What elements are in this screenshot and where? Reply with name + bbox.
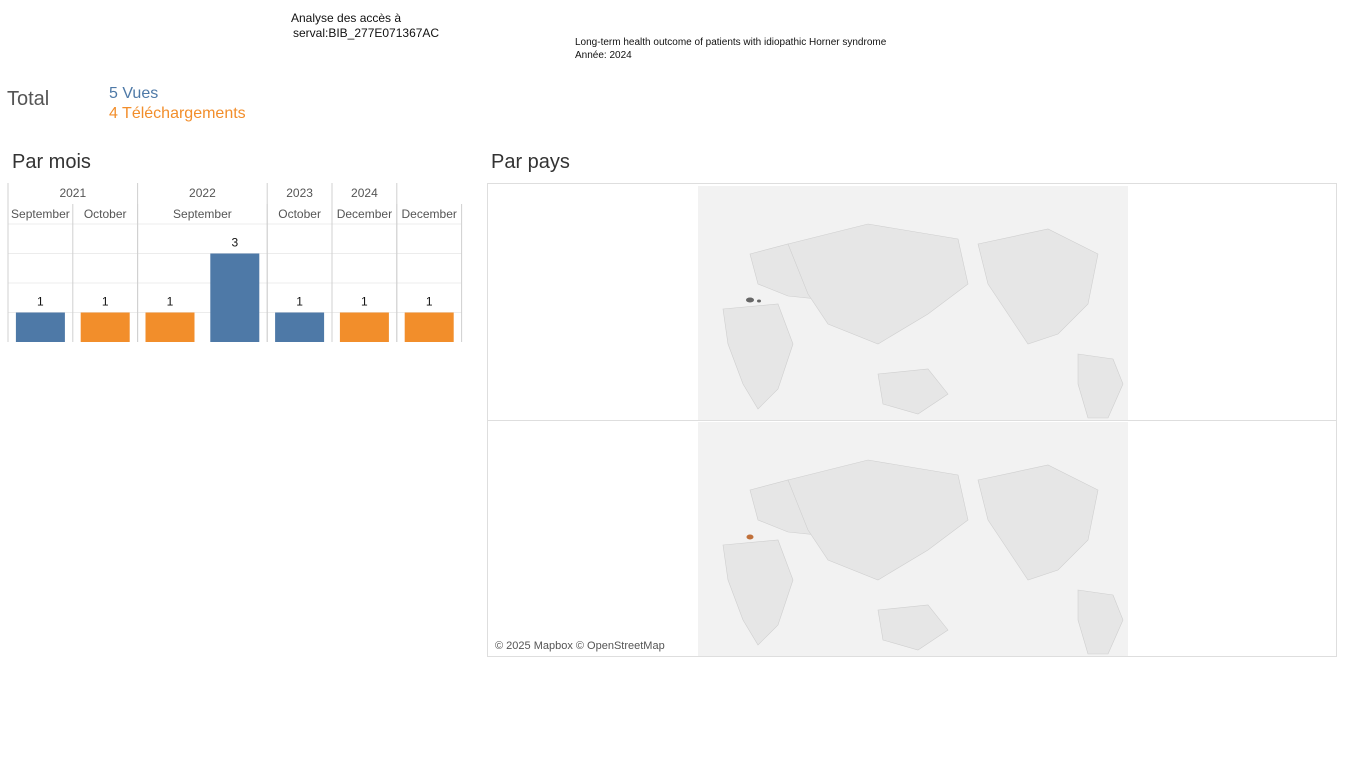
total-label: Total	[7, 88, 50, 110]
year-label: 2023	[286, 186, 313, 200]
total-views: 5 Vues	[109, 85, 159, 102]
bar-value-label: 1	[426, 295, 433, 309]
year-label: 2021	[59, 186, 86, 200]
month-label: October	[278, 207, 321, 221]
month-label: September	[173, 207, 232, 221]
bar-value-label: 1	[37, 295, 44, 309]
map-views[interactable]	[698, 186, 1128, 420]
bar-value-label: 3	[231, 236, 238, 250]
month-label: October	[84, 207, 127, 221]
bar-value-label: 1	[102, 295, 109, 309]
bar-value-label: 1	[361, 295, 368, 309]
by-month-title: Par mois	[12, 151, 91, 173]
document-year: Année: 2024	[575, 50, 632, 61]
map-views-country-marker[interactable]	[757, 299, 761, 303]
by-country-title: Par pays	[491, 151, 570, 173]
bar-views[interactable]	[275, 312, 325, 343]
country-map-panel[interactable]: © 2025 Mapbox © OpenStreetMap	[487, 183, 1337, 657]
year-label: 2022	[189, 186, 216, 200]
map-downloads-country-marker[interactable]	[746, 534, 754, 540]
map-views-country-marker[interactable]	[746, 297, 754, 303]
map-downloads[interactable]	[698, 422, 1128, 656]
monthly-bar-chart: 2021 2022 2023 2024 September October Septembe…	[7, 183, 463, 343]
bar-downloads[interactable]	[339, 312, 389, 343]
bar-views[interactable]	[15, 312, 65, 343]
month-label: September	[11, 207, 70, 221]
map-divider	[488, 420, 1336, 421]
bar-value-label: 1	[296, 295, 303, 309]
map-attribution[interactable]: © 2025 Mapbox © OpenStreetMap	[495, 640, 665, 652]
bar-views[interactable]	[210, 253, 260, 343]
month-label: December	[402, 207, 457, 221]
month-label: December	[337, 207, 392, 221]
total-downloads: 4 Téléchargements	[109, 105, 246, 122]
year-label: 2024	[351, 186, 378, 200]
bar-downloads[interactable]	[80, 312, 130, 343]
header-title-line2: serval:BIB_277E071367AC	[293, 26, 440, 40]
document-title: Long-term health outcome of patients wit…	[575, 37, 887, 48]
bar-value-label: 1	[167, 295, 174, 309]
bar-downloads[interactable]	[404, 312, 454, 343]
bar-downloads[interactable]	[145, 312, 195, 343]
header-title-line1: Analyse des accès à	[291, 11, 402, 25]
